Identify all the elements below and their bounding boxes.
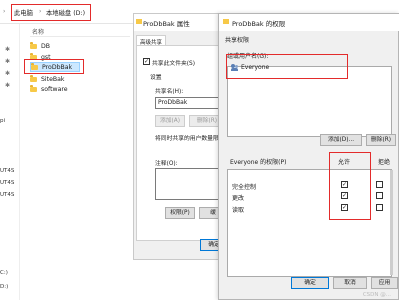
folder-icon: [223, 19, 229, 24]
annotation-allow-highlight: [329, 152, 371, 220]
permission-name: 完全控制: [232, 184, 257, 191]
nav-item[interactable]: UT4S: [0, 180, 14, 186]
list-item-folder[interactable]: software: [30, 84, 80, 94]
list-item-folder[interactable]: SiteBak: [30, 74, 80, 84]
comment-field[interactable]: [155, 168, 227, 200]
dialog-title: ProDbBak 属性: [143, 20, 190, 28]
comment-label: 注释(O):: [155, 161, 178, 167]
permissions-dialog: ProDbBak 的权限 共享权限 组或用户名(G): Everyone 添加(…: [218, 13, 399, 300]
folder-name: DB: [41, 42, 51, 50]
properties-dialog: ProDbBak 属性 高级共享 共享此文件夹(S) 设置 共享名(H): Pr…: [133, 13, 231, 260]
deny-column-header: 拒绝: [378, 159, 391, 166]
nav-item[interactable]: UT4S: [0, 192, 14, 198]
dialog-title: ProDbBak 的权限: [232, 20, 286, 28]
permissions-for-label: Everyone 的权限(P): [230, 159, 287, 166]
settings-group-label: 设置: [150, 75, 162, 81]
list-item-folder[interactable]: DB: [30, 41, 80, 51]
folder-name: SiteBak: [41, 75, 65, 83]
folder-icon: [30, 85, 37, 92]
pin-icon: ✱: [5, 82, 11, 89]
pin-icon: ✱: [5, 58, 11, 65]
ok-button[interactable]: 确定: [291, 277, 329, 289]
permissions-button[interactable]: 权限(P): [165, 207, 195, 219]
folder-icon: [136, 19, 142, 24]
cancel-button[interactable]: 取消: [333, 277, 367, 289]
pin-icon: ✱: [5, 70, 11, 77]
annotation-breadcrumb-highlight: [11, 4, 91, 21]
annotation-group-highlight: [226, 54, 348, 79]
deny-full-control-checkbox[interactable]: [376, 181, 383, 188]
navigation-pane[interactable]: [0, 24, 20, 300]
share-folder-label: 共享此文件夹(S): [152, 61, 195, 67]
chevron-right-icon: ›: [3, 8, 6, 15]
apply-button[interactable]: 应用: [371, 277, 398, 289]
user-limit-label: 将同时共享的用户数量限: [155, 136, 219, 142]
nav-item[interactable]: UT4S: [0, 168, 14, 174]
nav-item-drive-d[interactable]: D:): [0, 284, 8, 290]
nav-item[interactable]: pi: [0, 118, 5, 124]
nav-item-drive-c[interactable]: C:): [0, 270, 8, 276]
pin-icon: ✱: [5, 46, 11, 53]
annotation-folder-highlight: [24, 59, 84, 74]
deny-read-checkbox[interactable]: [376, 204, 383, 211]
deny-change-checkbox[interactable]: [376, 192, 383, 199]
permission-name: 读取: [232, 207, 245, 214]
column-header-name[interactable]: 名称: [32, 27, 44, 36]
remove-user-button[interactable]: 删除(R): [366, 134, 396, 146]
watermark: CSDN @...: [362, 292, 391, 298]
add-user-button[interactable]: 添加(D)...: [320, 134, 362, 146]
share-name-label: 共享名(H):: [155, 89, 184, 95]
header-divider: [30, 36, 130, 37]
tab-share-permissions[interactable]: 共享权限: [225, 35, 249, 44]
advanced-sharing-panel: 共享此文件夹(S) 设置 共享名(H): ProDbBak 添加(A) 删除(R…: [136, 45, 230, 241]
folder-icon: [30, 42, 37, 49]
permissions-scrollbar[interactable]: [390, 170, 393, 275]
permission-name: 更改: [232, 195, 245, 202]
add-share-button[interactable]: 添加(A): [155, 115, 185, 127]
share-folder-checkbox[interactable]: [143, 58, 150, 65]
share-name-field[interactable]: ProDbBak: [155, 97, 227, 109]
folder-name: software: [41, 85, 68, 93]
folder-icon: [30, 75, 37, 82]
